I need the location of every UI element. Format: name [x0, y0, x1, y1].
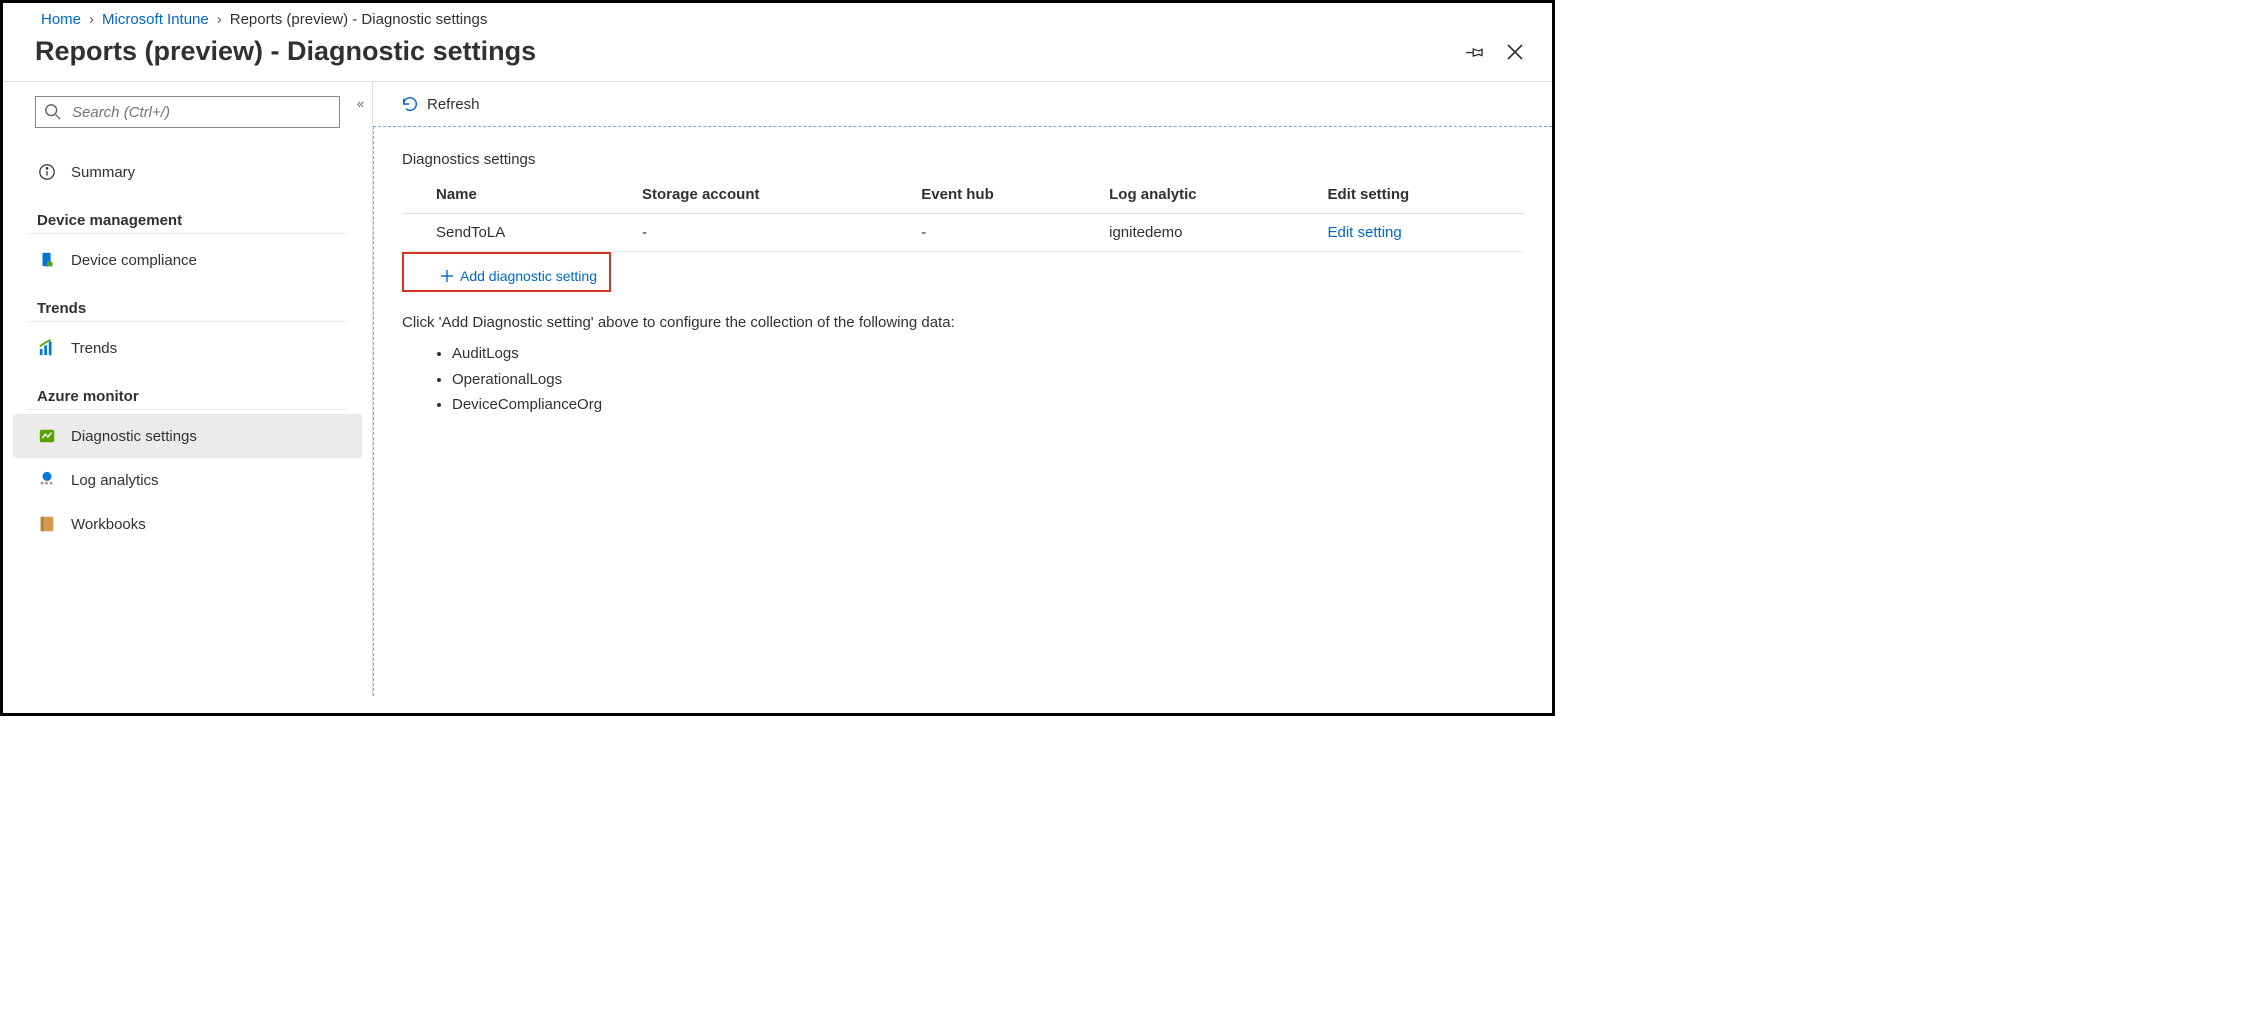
hint-text: Click 'Add Diagnostic setting' above to … — [402, 314, 1524, 331]
device-compliance-icon — [37, 250, 57, 270]
breadcrumb: Home › Microsoft Intune › Reports (previ… — [3, 3, 1552, 34]
sidebar: « Summary Device management — [3, 82, 373, 696]
collapse-sidebar-icon[interactable]: « — [357, 96, 364, 111]
sidebar-item-trends[interactable]: Trends — [27, 326, 362, 370]
cell-eventhub: - — [911, 214, 1099, 252]
info-icon — [37, 162, 57, 182]
sidebar-item-diagnostic-settings[interactable]: Diagnostic settings — [13, 414, 362, 458]
diagnostics-table: Name Storage account Event hub Log analy… — [402, 180, 1524, 252]
column-header-name: Name — [402, 180, 632, 214]
sidebar-item-label: Diagnostic settings — [71, 428, 197, 445]
search-box[interactable] — [35, 96, 340, 128]
trends-icon — [37, 338, 57, 358]
hint-item: OperationalLogs — [452, 367, 1524, 393]
column-header-eventhub: Event hub — [911, 180, 1099, 214]
close-icon[interactable] — [1502, 39, 1528, 65]
breadcrumb-separator: › — [89, 11, 94, 28]
column-header-storage: Storage account — [632, 180, 911, 214]
refresh-icon[interactable] — [401, 95, 419, 113]
column-header-edit: Edit setting — [1318, 180, 1525, 214]
add-diagnostic-highlight: Add diagnostic setting — [402, 252, 611, 292]
section-title: Diagnostics settings — [402, 151, 1524, 168]
cell-loganalytic: ignitedemo — [1099, 214, 1317, 252]
sidebar-item-label: Summary — [71, 164, 135, 181]
add-diagnostic-label: Add diagnostic setting — [460, 268, 597, 284]
toolbar: Refresh — [373, 82, 1552, 126]
sidebar-group-trends: Trends — [27, 282, 347, 322]
edit-setting-link[interactable]: Edit setting — [1328, 224, 1402, 241]
search-input[interactable] — [70, 103, 331, 122]
content-panel: Diagnostics settings Name Storage accoun… — [373, 126, 1552, 696]
pin-icon[interactable] — [1462, 39, 1488, 65]
breadcrumb-current: Reports (preview) - Diagnostic settings — [230, 11, 488, 28]
hint-item: DeviceComplianceOrg — [452, 392, 1524, 418]
breadcrumb-intune[interactable]: Microsoft Intune — [102, 11, 209, 28]
table-row: SendToLA - - ignitedemo Edit setting — [402, 214, 1524, 252]
column-header-loganalytic: Log analytic — [1099, 180, 1317, 214]
add-diagnostic-setting-button[interactable]: Add diagnostic setting — [428, 262, 609, 290]
title-row: Reports (preview) - Diagnostic settings — [3, 34, 1552, 82]
sidebar-item-workbooks[interactable]: Workbooks — [27, 502, 362, 546]
hint-item: AuditLogs — [452, 341, 1524, 367]
diagnostic-settings-icon — [37, 426, 57, 446]
sidebar-item-device-compliance[interactable]: Device compliance — [27, 238, 362, 282]
hint-list: AuditLogs OperationalLogs DeviceComplian… — [452, 341, 1524, 418]
breadcrumb-home[interactable]: Home — [41, 11, 81, 28]
search-icon — [44, 103, 62, 121]
workbooks-icon — [37, 514, 57, 534]
sidebar-item-summary[interactable]: Summary — [27, 150, 362, 194]
cell-storage: - — [632, 214, 911, 252]
sidebar-group-device-management: Device management — [27, 194, 347, 234]
breadcrumb-separator: › — [217, 11, 222, 28]
log-analytics-icon — [37, 470, 57, 490]
sidebar-item-log-analytics[interactable]: Log analytics — [27, 458, 362, 502]
main-content: Refresh Diagnostics settings Name Storag… — [373, 82, 1552, 696]
sidebar-item-label: Device compliance — [71, 252, 197, 269]
refresh-button[interactable]: Refresh — [427, 96, 480, 113]
sidebar-item-label: Workbooks — [71, 516, 146, 533]
sidebar-item-label: Trends — [71, 340, 117, 357]
page-title: Reports (preview) - Diagnostic settings — [35, 36, 1462, 67]
plus-icon — [440, 269, 454, 283]
sidebar-item-label: Log analytics — [71, 472, 159, 489]
sidebar-group-azure-monitor: Azure monitor — [27, 370, 347, 410]
cell-name: SendToLA — [402, 214, 632, 252]
